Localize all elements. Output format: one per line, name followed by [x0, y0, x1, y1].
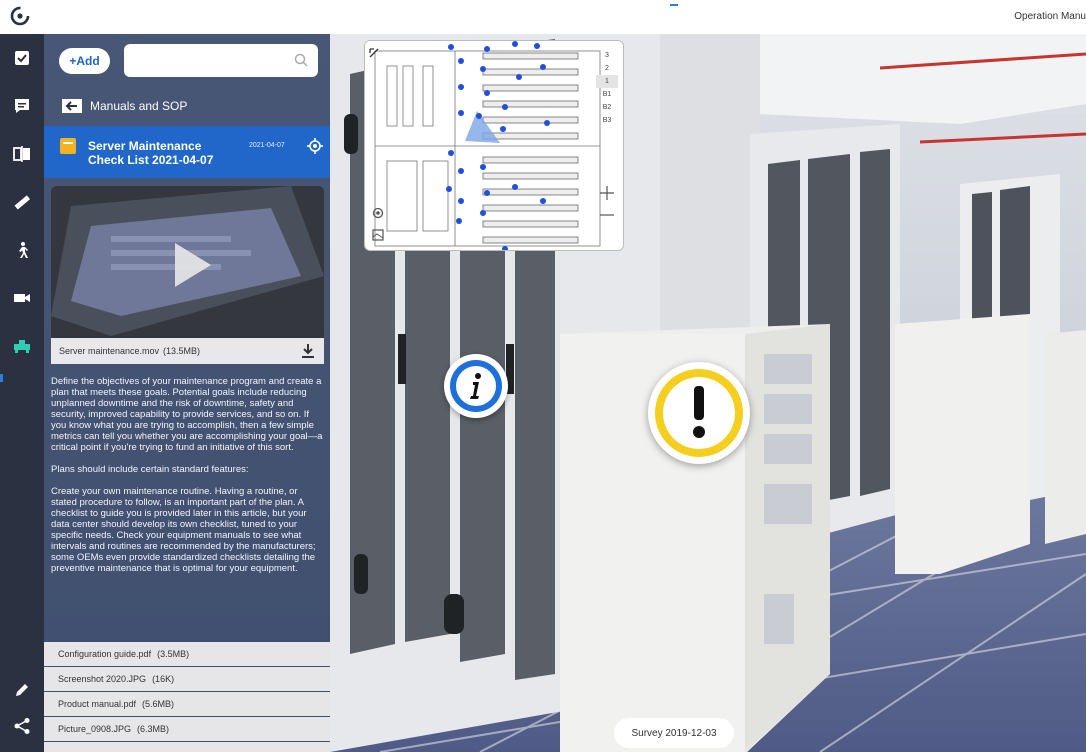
attachment-size: (16K)	[152, 674, 175, 684]
manual-item-selected[interactable]: Server Maintenance Check List 2021-04-07…	[44, 126, 330, 178]
floor-option[interactable]: 3	[596, 49, 618, 62]
ruler-icon	[14, 195, 31, 210]
description-paragraph: Plans should include certain standard fe…	[51, 464, 249, 475]
back-label: Manuals and SOP	[90, 99, 188, 113]
manual-description: Define the objectives of your maintenanc…	[51, 376, 325, 585]
document-icon	[60, 138, 76, 154]
compare-icon	[13, 146, 30, 162]
attachment-item[interactable]: Picture_0908.JPG (6.3MB)	[44, 717, 330, 741]
gps-icon[interactable]	[371, 206, 385, 220]
arrow-left-icon	[62, 99, 82, 113]
floor-option[interactable]: B1	[596, 88, 618, 101]
manual-item-date: 2021-04-07	[249, 142, 285, 149]
tool-rail	[0, 34, 44, 752]
search-input[interactable]	[134, 52, 284, 70]
comments-button[interactable]	[0, 88, 44, 124]
active-tool-indicator	[0, 374, 3, 382]
video-file-bar: Server maintenance.mov (13.5MB)	[51, 338, 324, 364]
manual-item-title: Server Maintenance Check List 2021-04-07	[88, 139, 214, 167]
description-paragraph: Create your own maintenance routine. Hav…	[51, 486, 316, 574]
share-icon	[14, 718, 30, 734]
attachment-item[interactable]: Screenshot 2020.JPG (16K)	[44, 667, 330, 691]
zoom-in-icon[interactable]	[598, 184, 616, 202]
attachment-name: Product manual.pdf	[58, 699, 137, 709]
comment-icon	[15, 99, 29, 113]
checkbox-icon	[15, 51, 29, 65]
video-icon	[14, 294, 30, 302]
checklist-button[interactable]	[0, 40, 44, 76]
locate-icon[interactable]	[307, 138, 323, 154]
share-button[interactable]	[0, 708, 44, 744]
manual-panel: +Add Manuals and SOP Server Maintenance …	[44, 34, 330, 752]
info-icon	[450, 360, 502, 412]
app-logo-icon[interactable]	[9, 5, 31, 27]
edit-button[interactable]	[0, 672, 44, 708]
play-icon[interactable]	[171, 241, 213, 289]
floor-option[interactable]: B3	[596, 114, 618, 127]
video-filename: Server maintenance.mov	[59, 346, 160, 356]
floor-option[interactable]: 2	[596, 62, 618, 75]
info-hotspot[interactable]	[444, 354, 508, 418]
warning-hotspot[interactable]	[648, 362, 750, 464]
measure-button[interactable]	[0, 184, 44, 220]
video-player[interactable]	[51, 186, 324, 338]
zoom-out-icon[interactable]	[598, 206, 616, 224]
video-filesize: (13.5MB)	[163, 346, 201, 356]
attachment-size: (6.3MB)	[137, 724, 170, 734]
attachment-size: (3.5MB)	[157, 649, 190, 659]
page-title: Operation Manu	[1014, 11, 1086, 22]
expand-icon[interactable]	[369, 48, 379, 58]
attachment-item[interactable]: Product manual.pdf (5.6MB)	[44, 692, 330, 716]
search-icon[interactable]	[294, 53, 308, 67]
attachment-name: Screenshot 2020.JPG	[58, 674, 147, 684]
layers-icon[interactable]	[372, 229, 384, 241]
top-indicator	[670, 4, 678, 6]
walk-icon	[19, 242, 28, 258]
floor-plan-drawing	[365, 41, 623, 250]
floor-selector: 3 2 1 B1 B2 B3	[596, 49, 618, 127]
walkthrough-button[interactable]	[0, 232, 44, 268]
top-bar: Operation Manu	[0, 0, 1086, 34]
search-box	[124, 44, 318, 77]
attachment-list: Configuration guide.pdf (3.5MB) Screensh…	[44, 642, 330, 752]
warning-icon	[655, 369, 743, 457]
floor-plan-map[interactable]	[364, 40, 624, 251]
pipe-icon	[14, 340, 30, 353]
floor-option[interactable]: B2	[596, 101, 618, 114]
compare-button[interactable]	[0, 136, 44, 172]
attachment-name: Picture_0908.JPG	[58, 724, 132, 734]
download-icon[interactable]	[302, 344, 314, 358]
attachment-name: Configuration guide.pdf	[58, 649, 152, 659]
pipe-button[interactable]	[0, 328, 44, 364]
floor-option-active[interactable]: 1	[596, 75, 618, 88]
attachment-item[interactable]: Configuration guide.pdf (3.5MB)	[44, 642, 330, 666]
survey-date-button[interactable]: Survey 2019-12-03	[614, 718, 734, 748]
description-paragraph: Define the objectives of your maintenanc…	[51, 376, 323, 453]
attachment-item[interactable]	[44, 742, 330, 752]
back-to-manuals[interactable]: Manuals and SOP	[62, 96, 187, 116]
attachment-size: (5.6MB)	[142, 699, 175, 709]
add-button[interactable]: +Add	[59, 48, 110, 74]
video-button[interactable]	[0, 280, 44, 316]
pencil-icon	[16, 684, 28, 696]
